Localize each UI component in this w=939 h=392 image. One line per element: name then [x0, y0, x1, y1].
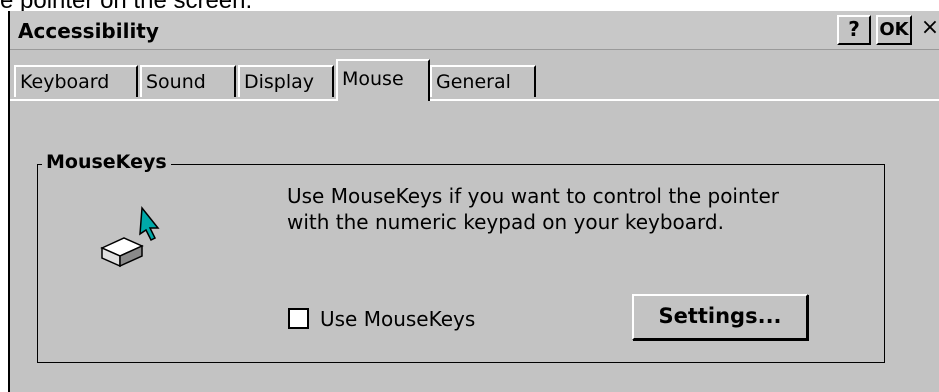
tab-display[interactable]: Display	[238, 65, 334, 97]
ok-button[interactable]: OK	[876, 15, 912, 45]
mousekeys-description: Use MouseKeys if you want to control the…	[287, 183, 779, 235]
settings-button[interactable]: Settings...	[632, 294, 808, 340]
description-line-1: Use MouseKeys if you want to control the…	[287, 184, 780, 208]
tab-sound[interactable]: Sound	[140, 65, 236, 97]
tab-strip-line	[10, 99, 939, 101]
use-mousekeys-checkbox[interactable]	[288, 308, 309, 329]
mousekeys-icon	[100, 206, 160, 268]
tab-keyboard[interactable]: Keyboard	[14, 65, 138, 97]
window-title: Accessibility	[18, 19, 159, 43]
title-bar: Accessibility ? OK ×	[10, 11, 939, 50]
accessibility-dialog: Accessibility ? OK × Keyboard Sound Disp…	[8, 11, 939, 392]
description-line-2: with the numeric keypad on your keyboard…	[287, 210, 724, 234]
use-mousekeys-label[interactable]: Use MouseKeys	[320, 307, 475, 331]
close-button[interactable]: ×	[917, 15, 939, 45]
mousekeys-group-label: MouseKeys	[42, 151, 171, 173]
tab-general[interactable]: General	[430, 65, 536, 97]
help-button[interactable]: ?	[837, 15, 871, 45]
tab-mouse[interactable]: Mouse	[336, 59, 430, 101]
